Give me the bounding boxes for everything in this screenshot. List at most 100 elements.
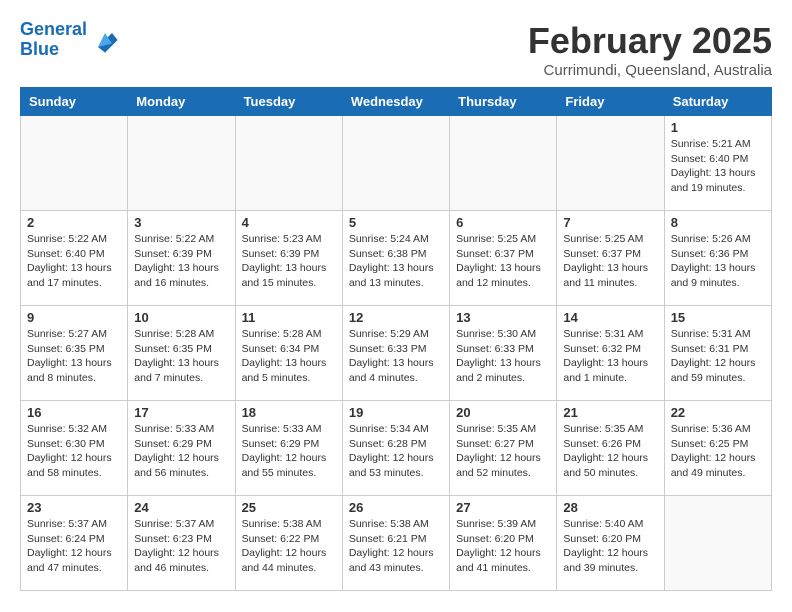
day-info: Sunrise: 5:37 AM Sunset: 6:24 PM Dayligh… bbox=[27, 517, 121, 576]
calendar-cell: 4 Sunrise: 5:23 AM Sunset: 6:39 PM Daylig… bbox=[235, 211, 342, 306]
calendar-cell: 11Sunrise: 5:28 AM Sunset: 6:34 PM Dayli… bbox=[235, 306, 342, 401]
day-number: 10 bbox=[134, 310, 228, 325]
calendar-cell bbox=[450, 116, 557, 211]
day-info: Sunrise: 5:33 AM Sunset: 6:29 PM Dayligh… bbox=[242, 422, 336, 481]
calendar-cell: 17 Sunrise: 5:33 AM Sunset: 6:29 PM Dayli… bbox=[128, 401, 235, 496]
day-info: Sunrise: 5:28 AM Sunset: 6:34 PM Dayligh… bbox=[242, 327, 336, 386]
day-info: Sunrise: 5:32 AM Sunset: 6:30 PM Dayligh… bbox=[27, 422, 121, 481]
day-number: 27 bbox=[456, 500, 550, 515]
weekday-header-wednesday: Wednesday bbox=[342, 88, 449, 116]
calendar-cell: 3 Sunrise: 5:22 AM Sunset: 6:39 PM Daylig… bbox=[128, 211, 235, 306]
day-number: 3 bbox=[134, 215, 228, 230]
day-number: 8 bbox=[671, 215, 765, 230]
weekday-header-friday: Friday bbox=[557, 88, 664, 116]
calendar-cell: 1 Sunrise: 5:21 AM Sunset: 6:40 PM Daylig… bbox=[664, 116, 771, 211]
calendar-cell: 7 Sunrise: 5:25 AM Sunset: 6:37 PM Daylig… bbox=[557, 211, 664, 306]
day-number: 14 bbox=[563, 310, 657, 325]
day-number: 13 bbox=[456, 310, 550, 325]
calendar-cell: 8 Sunrise: 5:26 AM Sunset: 6:36 PM Daylig… bbox=[664, 211, 771, 306]
calendar-cell: 12 Sunrise: 5:29 AM Sunset: 6:33 PM Dayli… bbox=[342, 306, 449, 401]
location: Currimundi, Queensland, Australia bbox=[528, 62, 772, 79]
day-info: Sunrise: 5:24 AM Sunset: 6:38 PM Dayligh… bbox=[349, 232, 443, 291]
calendar-cell: 23Sunrise: 5:37 AM Sunset: 6:24 PM Dayli… bbox=[21, 496, 128, 591]
day-number: 25 bbox=[242, 500, 336, 515]
day-number: 28 bbox=[563, 500, 657, 515]
day-info: Sunrise: 5:37 AM Sunset: 6:23 PM Dayligh… bbox=[134, 517, 228, 576]
title-block: February 2025 Currimundi, Queensland, Au… bbox=[528, 20, 772, 79]
day-info: Sunrise: 5:38 AM Sunset: 6:21 PM Dayligh… bbox=[349, 517, 443, 576]
logo-blue: Blue bbox=[20, 39, 59, 59]
day-info: Sunrise: 5:28 AM Sunset: 6:35 PM Dayligh… bbox=[134, 327, 228, 386]
calendar-cell: 14 Sunrise: 5:31 AM Sunset: 6:32 PM Dayli… bbox=[557, 306, 664, 401]
day-number: 9 bbox=[27, 310, 121, 325]
day-info: Sunrise: 5:26 AM Sunset: 6:36 PM Dayligh… bbox=[671, 232, 765, 291]
calendar-cell: 22Sunrise: 5:36 AM Sunset: 6:25 PM Dayli… bbox=[664, 401, 771, 496]
day-info: Sunrise: 5:40 AM Sunset: 6:20 PM Dayligh… bbox=[563, 517, 657, 576]
calendar-cell: 5 Sunrise: 5:24 AM Sunset: 6:38 PM Daylig… bbox=[342, 211, 449, 306]
calendar-header: SundayMondayTuesdayWednesdayThursdayFrid… bbox=[21, 88, 772, 116]
day-info: Sunrise: 5:35 AM Sunset: 6:26 PM Dayligh… bbox=[563, 422, 657, 481]
day-info: Sunrise: 5:25 AM Sunset: 6:37 PM Dayligh… bbox=[563, 232, 657, 291]
day-number: 4 bbox=[242, 215, 336, 230]
calendar-cell: 13 Sunrise: 5:30 AM Sunset: 6:33 PM Dayli… bbox=[450, 306, 557, 401]
weekday-header-monday: Monday bbox=[128, 88, 235, 116]
day-info: Sunrise: 5:39 AM Sunset: 6:20 PM Dayligh… bbox=[456, 517, 550, 576]
calendar-cell: 18Sunrise: 5:33 AM Sunset: 6:29 PM Dayli… bbox=[235, 401, 342, 496]
page-header: General Blue February 2025 Currimundi, Q… bbox=[20, 20, 772, 79]
calendar-cell: 25 Sunrise: 5:38 AM Sunset: 6:22 PM Dayli… bbox=[235, 496, 342, 591]
day-info: Sunrise: 5:31 AM Sunset: 6:32 PM Dayligh… bbox=[563, 327, 657, 386]
day-number: 5 bbox=[349, 215, 443, 230]
day-number: 15 bbox=[671, 310, 765, 325]
month-title: February 2025 bbox=[528, 20, 772, 62]
day-info: Sunrise: 5:34 AM Sunset: 6:28 PM Dayligh… bbox=[349, 422, 443, 481]
day-info: Sunrise: 5:23 AM Sunset: 6:39 PM Dayligh… bbox=[242, 232, 336, 291]
calendar-cell bbox=[557, 116, 664, 211]
weekday-header-saturday: Saturday bbox=[664, 88, 771, 116]
week-row-5: 23Sunrise: 5:37 AM Sunset: 6:24 PM Dayli… bbox=[21, 496, 772, 591]
calendar-cell bbox=[664, 496, 771, 591]
week-row-2: 2 Sunrise: 5:22 AM Sunset: 6:40 PM Daylig… bbox=[21, 211, 772, 306]
calendar-cell: 21 Sunrise: 5:35 AM Sunset: 6:26 PM Dayli… bbox=[557, 401, 664, 496]
calendar-cell: 6Sunrise: 5:25 AM Sunset: 6:37 PM Daylig… bbox=[450, 211, 557, 306]
logo: General Blue bbox=[20, 20, 119, 60]
day-number: 1 bbox=[671, 120, 765, 135]
day-number: 21 bbox=[563, 405, 657, 420]
day-number: 2 bbox=[27, 215, 121, 230]
logo-icon bbox=[91, 26, 119, 54]
day-number: 17 bbox=[134, 405, 228, 420]
calendar-cell: 9 Sunrise: 5:27 AM Sunset: 6:35 PM Daylig… bbox=[21, 306, 128, 401]
calendar-cell bbox=[21, 116, 128, 211]
week-row-1: 1 Sunrise: 5:21 AM Sunset: 6:40 PM Daylig… bbox=[21, 116, 772, 211]
day-info: Sunrise: 5:21 AM Sunset: 6:40 PM Dayligh… bbox=[671, 137, 765, 196]
day-info: Sunrise: 5:38 AM Sunset: 6:22 PM Dayligh… bbox=[242, 517, 336, 576]
day-info: Sunrise: 5:36 AM Sunset: 6:25 PM Dayligh… bbox=[671, 422, 765, 481]
weekday-header-tuesday: Tuesday bbox=[235, 88, 342, 116]
calendar-cell bbox=[342, 116, 449, 211]
day-number: 24 bbox=[134, 500, 228, 515]
day-number: 7 bbox=[563, 215, 657, 230]
day-info: Sunrise: 5:22 AM Sunset: 6:40 PM Dayligh… bbox=[27, 232, 121, 291]
calendar-cell: 10 Sunrise: 5:28 AM Sunset: 6:35 PM Dayli… bbox=[128, 306, 235, 401]
calendar-cell: 2 Sunrise: 5:22 AM Sunset: 6:40 PM Daylig… bbox=[21, 211, 128, 306]
day-info: Sunrise: 5:25 AM Sunset: 6:37 PM Dayligh… bbox=[456, 232, 550, 291]
day-info: Sunrise: 5:30 AM Sunset: 6:33 PM Dayligh… bbox=[456, 327, 550, 386]
calendar-cell: 16 Sunrise: 5:32 AM Sunset: 6:30 PM Dayli… bbox=[21, 401, 128, 496]
week-row-3: 9 Sunrise: 5:27 AM Sunset: 6:35 PM Daylig… bbox=[21, 306, 772, 401]
day-number: 12 bbox=[349, 310, 443, 325]
calendar-cell bbox=[128, 116, 235, 211]
day-number: 20 bbox=[456, 405, 550, 420]
day-number: 16 bbox=[27, 405, 121, 420]
weekday-header-sunday: Sunday bbox=[21, 88, 128, 116]
calendar-cell: 15Sunrise: 5:31 AM Sunset: 6:31 PM Dayli… bbox=[664, 306, 771, 401]
day-info: Sunrise: 5:27 AM Sunset: 6:35 PM Dayligh… bbox=[27, 327, 121, 386]
logo-general: General bbox=[20, 19, 87, 39]
calendar-cell: 27 Sunrise: 5:39 AM Sunset: 6:20 PM Dayli… bbox=[450, 496, 557, 591]
day-info: Sunrise: 5:33 AM Sunset: 6:29 PM Dayligh… bbox=[134, 422, 228, 481]
calendar-body: 1 Sunrise: 5:21 AM Sunset: 6:40 PM Daylig… bbox=[21, 116, 772, 591]
day-info: Sunrise: 5:29 AM Sunset: 6:33 PM Dayligh… bbox=[349, 327, 443, 386]
day-number: 26 bbox=[349, 500, 443, 515]
calendar-cell: 28 Sunrise: 5:40 AM Sunset: 6:20 PM Dayli… bbox=[557, 496, 664, 591]
calendar: SundayMondayTuesdayWednesdayThursdayFrid… bbox=[20, 87, 772, 591]
calendar-cell: 24 Sunrise: 5:37 AM Sunset: 6:23 PM Dayli… bbox=[128, 496, 235, 591]
day-info: Sunrise: 5:22 AM Sunset: 6:39 PM Dayligh… bbox=[134, 232, 228, 291]
